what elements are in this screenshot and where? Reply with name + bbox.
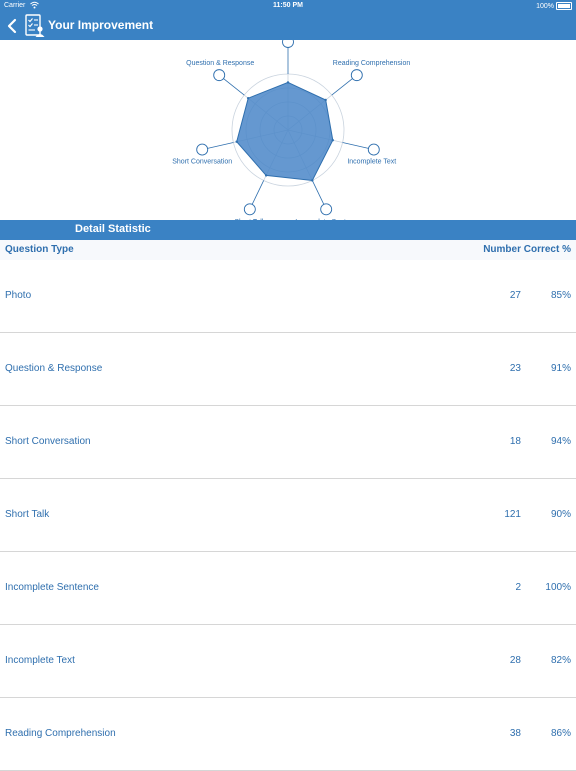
radar-connector-incomplete-sentence <box>311 180 325 205</box>
radar-point-reading-comprehension <box>324 98 327 102</box>
back-chevron-icon[interactable] <box>4 14 22 38</box>
row-correct: 94% <box>550 436 571 447</box>
radar-point-short-conversation <box>235 140 238 143</box>
section-title: Detail Statistic <box>75 223 151 235</box>
radar-chart-area: PhotoReading ComprehensionIncomplete Tex… <box>0 28 576 226</box>
row-question-type: Short Talk <box>5 509 50 520</box>
radar-data-area <box>236 81 334 182</box>
radar-axis-label-incomplete-text: Incomplete Text <box>347 158 396 165</box>
radar-marker-short-talk <box>243 203 256 216</box>
radar-marker-incomplete-text <box>367 143 380 156</box>
row-number: 18 <box>509 436 521 447</box>
battery-fill <box>558 4 570 8</box>
radar-marker-photo <box>282 36 294 48</box>
radar-marker-incomplete-sentence <box>320 203 333 216</box>
status-bar: Carrier 11:50 PM 100% <box>0 0 576 12</box>
section-header: Detail Statistic <box>0 220 576 240</box>
row-correct: 85% <box>550 290 571 301</box>
row-question-type: Question & Response <box>5 363 103 374</box>
battery-status: 100% <box>536 2 572 10</box>
table-row[interactable]: Incomplete Text 28 82% <box>0 625 576 698</box>
radar-connector-incomplete-text <box>342 142 369 149</box>
radar-connector-short-conversation <box>207 142 234 149</box>
radar-point-short-talk <box>264 174 268 177</box>
navigation-bar: Your Improvement <box>0 12 576 40</box>
radar-connector-short-talk <box>251 180 265 205</box>
row-number: 23 <box>509 363 521 374</box>
radar-axis-label-reading-comprehension: Reading Comprehension <box>333 60 411 67</box>
row-number: 27 <box>509 290 521 301</box>
page-title: Your Improvement <box>48 18 154 32</box>
checklist-user-icon <box>25 14 45 37</box>
row-question-type: Reading Comprehension <box>5 728 116 739</box>
statistics-table: Photo 27 85% Question & Response 23 91% … <box>0 260 576 771</box>
battery-icon <box>556 2 572 10</box>
radar-connector-reading-comprehension <box>331 78 353 96</box>
radar-point-incomplete-text <box>331 139 334 142</box>
radar-connector-question-response <box>223 78 245 96</box>
row-correct: 82% <box>550 655 571 666</box>
row-question-type: Incomplete Text <box>5 655 75 666</box>
row-question-type: Short Conversation <box>5 436 91 447</box>
row-correct: 90% <box>550 509 571 520</box>
row-number: 121 <box>504 509 521 520</box>
battery-percent: 100% <box>536 2 554 10</box>
table-row[interactable]: Reading Comprehension 38 86% <box>0 698 576 771</box>
radar-axis-label-question-response: Question & Response <box>186 60 254 67</box>
table-row[interactable]: Short Talk 121 90% <box>0 479 576 552</box>
row-number: 2 <box>515 582 521 593</box>
row-number: 28 <box>509 655 521 666</box>
table-row[interactable]: Short Conversation 18 94% <box>0 406 576 479</box>
column-header-number: Number <box>483 244 521 255</box>
table-header: Question Type Number Correct % <box>0 240 576 260</box>
status-time: 11:50 PM <box>273 2 303 9</box>
row-question-type: Photo <box>5 290 32 301</box>
table-row[interactable]: Photo 27 85% <box>0 260 576 333</box>
radar-marker-short-conversation <box>196 143 209 156</box>
row-correct: 100% <box>545 582 571 593</box>
radar-point-question-response <box>246 97 250 100</box>
row-correct: 86% <box>550 728 571 739</box>
row-number: 38 <box>509 728 521 739</box>
radar-marker-question-response <box>213 69 226 82</box>
column-header-question-type: Question Type <box>5 244 74 255</box>
column-header-correct: Correct % <box>523 244 571 255</box>
row-question-type: Incomplete Sentence <box>5 582 99 593</box>
row-correct: 91% <box>550 363 571 374</box>
table-row[interactable]: Question & Response 23 91% <box>0 333 576 406</box>
table-row[interactable]: Incomplete Sentence 2 100% <box>0 552 576 625</box>
radar-point-photo <box>286 81 290 84</box>
radar-chart: PhotoReading ComprehensionIncomplete Tex… <box>172 28 411 226</box>
radar-marker-reading-comprehension <box>350 69 363 82</box>
radar-axis-label-short-conversation: Short Conversation <box>172 158 232 165</box>
